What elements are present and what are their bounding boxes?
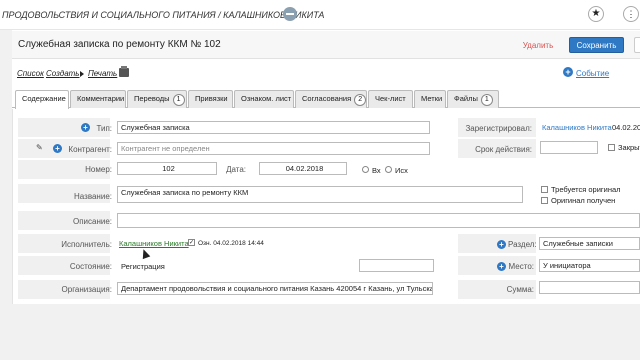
original-received-checkbox[interactable] xyxy=(541,197,548,204)
tab-label: Согласования xyxy=(302,94,352,103)
number-label: Номер: xyxy=(85,165,112,174)
print-link[interactable]: Печать xyxy=(88,69,117,78)
breadcrumb-title: ПРОДОВОЛЬСТВИЯ И СОЦИАЛЬНОГО ПИТАНИЯ / К… xyxy=(2,10,325,20)
date-label: Дата: xyxy=(226,165,246,174)
tab-approvals[interactable]: Согласования 2 xyxy=(295,90,367,108)
executor-label: Исполнитель: xyxy=(61,240,112,249)
state-value: Регистрация xyxy=(121,262,165,271)
tab-label: Метки xyxy=(421,94,443,103)
name-label: Название: xyxy=(74,192,112,201)
incoming-label: Вх xyxy=(372,166,381,175)
description-label: Описание: xyxy=(72,217,112,226)
type-input[interactable]: Служебная записка xyxy=(117,121,430,134)
tab-label: Ознаком. лист xyxy=(241,94,292,103)
type-label: Тип: xyxy=(96,124,112,133)
create-link[interactable]: Создать xyxy=(46,69,80,78)
tab-transfers[interactable]: Переводы 1 xyxy=(127,90,187,108)
tab-label: Переводы xyxy=(134,94,170,103)
arrow-right-icon xyxy=(80,71,84,77)
tab-count-badge: 1 xyxy=(480,94,493,106)
original-required-label: Требуется оригинал xyxy=(551,185,621,194)
more-icon[interactable]: ⋮ xyxy=(623,6,639,22)
bottom-area xyxy=(12,304,640,360)
add-type-icon[interactable]: + xyxy=(81,123,90,132)
description-input[interactable] xyxy=(117,213,640,228)
tab-bar: Содержание Комментарии Переводы 1 Привязк… xyxy=(12,88,640,109)
globe-icon[interactable] xyxy=(283,7,297,21)
organization-input[interactable]: Департамент продовольствия и социального… xyxy=(117,282,433,295)
tab-content[interactable]: Содержание xyxy=(15,90,69,109)
tab-acquaintance[interactable]: Ознаком. лист xyxy=(234,90,294,108)
state-input[interactable] xyxy=(359,259,434,272)
tab-comments[interactable]: Комментарии xyxy=(70,90,126,108)
section-input[interactable]: Служебные записки xyxy=(539,237,640,250)
top-bar: ПРОДОВОЛЬСТВИЯ И СОЦИАЛЬНОГО ПИТАНИЯ / К… xyxy=(0,0,640,30)
executor-link[interactable]: Калашников Никита xyxy=(119,239,189,248)
state-label: Состояние: xyxy=(69,262,112,271)
add-counterparty-icon[interactable]: + xyxy=(53,144,62,153)
place-label: Место: xyxy=(508,262,534,271)
tab-count-badge: 2 xyxy=(354,94,367,106)
tab-checklist[interactable]: Чек-лист xyxy=(368,90,413,108)
list-link[interactable]: Список xyxy=(17,69,44,78)
sum-input[interactable] xyxy=(539,281,640,294)
tab-tags[interactable]: Метки xyxy=(414,90,446,108)
place-input[interactable]: У инициатора xyxy=(539,259,640,272)
tab-label: Чек-лист xyxy=(375,94,406,103)
validity-input[interactable] xyxy=(540,141,598,154)
add-event-icon[interactable]: + xyxy=(563,67,573,77)
sum-label: Сумма: xyxy=(506,285,534,294)
date-input[interactable]: 04.02.2018 xyxy=(259,162,347,175)
tab-label: Комментарии xyxy=(77,94,125,103)
outgoing-label: Исх xyxy=(395,166,408,175)
event-link[interactable]: Событие xyxy=(576,69,609,78)
name-input[interactable]: Служебная записка по ремонту ККМ xyxy=(117,186,523,203)
add-place-icon[interactable]: + xyxy=(497,262,506,271)
tab-count-badge: 1 xyxy=(172,94,185,106)
acknowledged-text: Озн. 04.02.2018 14:44 xyxy=(198,240,264,247)
left-sidebar-strip xyxy=(0,30,12,360)
tab-label: Привязки xyxy=(195,94,228,103)
registered-label: Зарегистрировал: xyxy=(465,124,532,133)
tab-files[interactable]: Файлы 1 xyxy=(447,90,499,108)
edit-pencil-icon[interactable]: ✎ xyxy=(36,144,44,152)
counterparty-label: Контрагент: xyxy=(68,145,112,154)
tab-label: Файлы xyxy=(454,94,478,103)
outgoing-radio[interactable] xyxy=(385,166,392,173)
delete-button[interactable]: Удалить xyxy=(516,38,560,53)
organization-label: Организация: xyxy=(61,285,112,294)
number-input[interactable]: 102 xyxy=(117,162,217,175)
closed-label: Закрыт xyxy=(618,143,640,152)
original-required-checkbox[interactable] xyxy=(541,186,548,193)
document-header: Служебная записка по ремонту ККМ № 102 У… xyxy=(12,31,640,59)
star-icon[interactable]: ★ xyxy=(588,6,604,22)
acknowledged-checkbox[interactable]: ✓ xyxy=(188,239,195,246)
action-links: Список Создать Печать + Событие xyxy=(12,60,640,86)
tab-label: Содержание xyxy=(22,94,66,103)
validity-label: Срок действия: xyxy=(475,145,532,154)
close-button[interactable] xyxy=(634,37,640,53)
closed-checkbox[interactable] xyxy=(608,144,615,151)
incoming-radio[interactable] xyxy=(362,166,369,173)
save-button[interactable]: Сохранить xyxy=(569,37,624,53)
page-title: Служебная записка по ремонту ККМ № 102 xyxy=(18,39,221,50)
counterparty-input[interactable]: Контрагент не определен xyxy=(117,142,430,155)
registered-date: 04.02.20 xyxy=(612,123,640,132)
add-section-icon[interactable]: + xyxy=(497,240,506,249)
section-label: Раздел: xyxy=(508,240,537,249)
printer-icon[interactable] xyxy=(119,66,129,77)
tab-links[interactable]: Привязки xyxy=(188,90,233,108)
original-received-label: Оригинал получен xyxy=(551,196,616,205)
registered-user-link[interactable]: Калашников Никита xyxy=(542,123,612,132)
